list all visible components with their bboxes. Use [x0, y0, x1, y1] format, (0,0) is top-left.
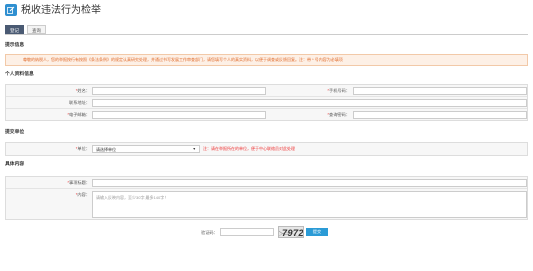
- subject-label: *事项标题：: [67, 180, 90, 185]
- email-field[interactable]: [92, 111, 266, 119]
- edit-icon: [5, 4, 17, 16]
- tab-register[interactable]: 登记: [5, 25, 24, 34]
- captcha-text: 7972: [282, 228, 304, 238]
- query-password-field[interactable]: [353, 111, 527, 119]
- unit-label: *单位：: [75, 146, 90, 151]
- row-divider: [6, 96, 527, 97]
- tab-query[interactable]: 查询: [27, 25, 46, 34]
- unit-warning: 注：请在举报所在的单位，便于中心联络员对此处理: [203, 146, 295, 151]
- unit-section-title: 提交单位: [5, 130, 25, 135]
- captcha-label: 验证码：: [201, 230, 218, 235]
- notice-text: 尊敬的纳税人，您的举报按行有按照《条法条例》的规定认真研究处理，并通过书写发展工…: [23, 57, 343, 62]
- notice-banner: 尊敬的纳税人，您的举报按行有按照《条法条例》的规定认真研究处理，并通过书写发展工…: [5, 54, 528, 66]
- body-label: *内容：: [75, 192, 90, 197]
- captcha-field[interactable]: [220, 228, 274, 236]
- captcha-image[interactable]: 7972: [278, 226, 304, 238]
- submit-button[interactable]: 提交: [306, 228, 328, 236]
- content-section-title: 具体内容: [5, 162, 25, 167]
- query-password-label: *查询密码：: [327, 112, 350, 117]
- subject-field[interactable]: [92, 179, 527, 187]
- address-label: 联系地址：: [69, 100, 90, 105]
- unit-select-value: 请选择单位: [96, 147, 116, 152]
- tab-divider: [5, 34, 528, 35]
- body-textarea[interactable]: 请输入反映内容，至少30字,最多140字！: [92, 191, 527, 218]
- chevron-down-icon: ▼: [192, 147, 196, 151]
- email-label: *电子邮箱：: [67, 112, 90, 117]
- personal-section-title: 个人资料信息: [5, 72, 34, 77]
- phone-field[interactable]: [353, 87, 527, 95]
- name-label: *姓名：: [75, 88, 90, 93]
- notice-section-title: 提示信息: [5, 43, 25, 48]
- name-field[interactable]: [92, 87, 266, 95]
- row-divider: [6, 108, 527, 109]
- phone-label: *手机号码：: [327, 88, 350, 93]
- page-title: 税收违法行为检举: [21, 5, 101, 16]
- unit-select[interactable]: 请选择单位 ▼: [92, 145, 200, 153]
- row-divider: [6, 188, 527, 189]
- address-field[interactable]: [92, 99, 527, 107]
- body-placeholder: 请输入反映内容，至少30字,最多140字！: [96, 195, 169, 200]
